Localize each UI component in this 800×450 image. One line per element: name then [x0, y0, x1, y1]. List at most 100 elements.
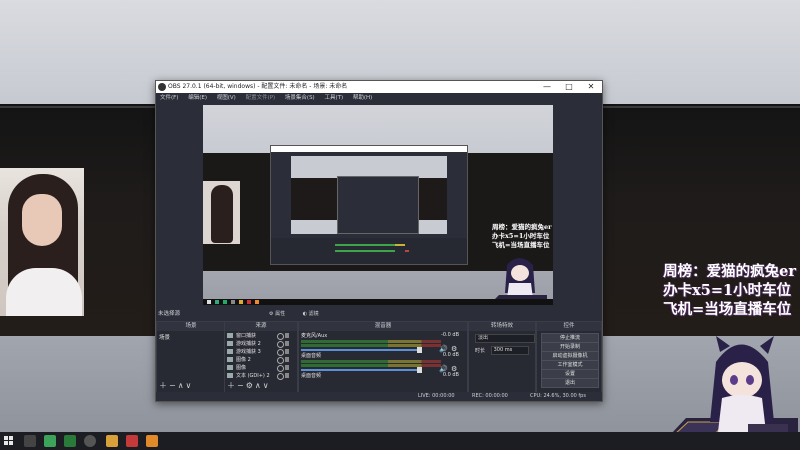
source-label: 游戏捕获 3	[236, 349, 261, 355]
preview-task-icon-3	[223, 300, 227, 304]
source-item[interactable]: 游戏捕获 3	[227, 348, 289, 356]
app-icon-green[interactable]	[44, 435, 56, 447]
duration-label: 时长	[475, 348, 486, 354]
lock-icon[interactable]	[285, 349, 289, 354]
preview-overlay-line-1: 周榜：爱猫的疯兔er	[492, 223, 552, 231]
text-icon	[227, 373, 233, 378]
volume-slider[interactable]	[301, 347, 422, 353]
source-label: 窗口捕获	[236, 333, 257, 339]
obs-window: OBS 27.0.1 (64-bit, windows) - 配置文件: 未命名…	[155, 80, 603, 402]
lock-icon[interactable]	[285, 341, 289, 346]
controls-dock: 控件 停止推流 开始录制 启动虚拟摄像机 工作室模式 设置 退出	[536, 321, 602, 393]
visibility-eye-icon[interactable]	[277, 333, 284, 340]
scene-item[interactable]: 场景	[159, 333, 170, 341]
scenes-dock-controls[interactable]: ＋−∧∨	[159, 380, 193, 391]
preview-canvas[interactable]: 周榜：爱猫的疯兔er 办卡x5=1小时车位 飞机=当场直播车位	[203, 105, 553, 305]
overlay-line-3: 飞机=当场直播车位	[663, 301, 792, 318]
lock-icon[interactable]	[285, 333, 289, 338]
menu-profile[interactable]: 配置文件(P)	[246, 95, 276, 101]
lock-icon[interactable]	[285, 365, 289, 370]
transition-select[interactable]: 淡出	[475, 334, 535, 343]
nested-meter-yellow	[395, 244, 405, 246]
exit-button[interactable]: 退出	[541, 378, 599, 388]
preview-nested-obs-window	[270, 145, 468, 265]
preview-task-icon-6	[247, 300, 251, 304]
cpu-status: CPU: 24.6%, 30.00 fps	[530, 393, 586, 399]
game-capture-icon	[227, 349, 233, 354]
title-bar[interactable]: OBS 27.0.1 (64-bit, windows) - 配置文件: 未命名…	[156, 81, 602, 93]
app-icon-terminal[interactable]	[64, 435, 76, 447]
source-label: 图像 2	[236, 357, 251, 363]
rec-status: REC: 00:00:00	[472, 393, 508, 399]
menu-bar: 文件(F) 编辑(E) 视图(V) 配置文件(P) 场景集合(S) 工具(T) …	[156, 93, 602, 103]
scenes-dock-title: 场景	[157, 322, 225, 331]
visibility-eye-icon[interactable]	[277, 349, 284, 356]
menu-scene-collection[interactable]: 场景集合(S)	[285, 95, 315, 101]
task-view-icon[interactable]	[24, 435, 36, 447]
minimize-button[interactable]: —	[536, 81, 558, 93]
source-item[interactable]: 游戏捕获 2	[227, 340, 289, 348]
preview-overlay-line-3: 飞机=当场直播车位	[492, 241, 550, 249]
properties-label: 属性	[275, 311, 286, 317]
nested-docks	[271, 238, 467, 264]
scenes-dock: 场景 场景 ＋−∧∨	[156, 321, 226, 393]
properties-button[interactable]: ⚙ 属性	[269, 309, 293, 319]
close-button[interactable]: ✕	[580, 81, 602, 93]
sources-dock-title: 来源	[225, 322, 297, 331]
visibility-eye-icon[interactable]	[277, 365, 284, 372]
channel-name: 桌面音频	[301, 373, 322, 379]
channel-name: 桌面音频	[301, 353, 322, 359]
duration-input[interactable]: 300 ms	[490, 346, 529, 355]
transition-duration: 时长 300 ms	[475, 346, 529, 355]
windows-start-icon[interactable]	[4, 436, 14, 446]
menu-file[interactable]: 文件(F)	[160, 95, 178, 101]
app-icon-orange[interactable]	[146, 435, 158, 447]
app-icon-yellow[interactable]	[106, 435, 118, 447]
transitions-dock: 转场特效 淡出 时长 300 ms	[468, 321, 536, 393]
obs-logo-icon	[158, 83, 166, 91]
menu-edit[interactable]: 编辑(E)	[188, 95, 207, 101]
source-item[interactable]: 文本 (GDI+) 2	[227, 372, 289, 380]
maximize-button[interactable]: □	[558, 81, 580, 93]
preview-overlay-text: 周榜：爱猫的疯兔er 办卡x5=1小时车位 飞机=当场直播车位	[492, 223, 552, 250]
nested-titlebar	[271, 146, 467, 152]
mixer-channel: 桌面音频 0.0 dB	[301, 372, 463, 394]
source-label: 图像	[236, 365, 247, 371]
preview-overlay-line-2: 办卡x5=1小时车位	[492, 232, 550, 240]
preview-taskbar	[203, 299, 553, 305]
nested-meter-red	[405, 250, 409, 252]
overlay-line-1: 周榜：爱猫的疯兔er	[663, 263, 796, 280]
source-item[interactable]: 图像 2	[227, 356, 289, 364]
sources-dock-controls[interactable]: ＋−⚙∧∨	[227, 380, 271, 391]
visibility-eye-icon[interactable]	[277, 373, 284, 380]
volume-meter	[301, 360, 441, 363]
source-toolbar-buttons: ⚙ 属性 ◐ 滤镜	[269, 309, 335, 319]
lock-icon[interactable]	[285, 357, 289, 362]
preview-task-icon-1	[207, 300, 211, 304]
lock-icon[interactable]	[285, 373, 289, 378]
menu-tools[interactable]: 工具(T)	[324, 95, 343, 101]
visibility-eye-icon[interactable]	[277, 357, 284, 364]
channel-db: 0.0 dB	[442, 372, 459, 378]
volume-meter	[301, 340, 441, 343]
menu-help[interactable]: 帮助(H)	[353, 95, 372, 101]
transitions-dock-title: 转场特效	[469, 322, 535, 331]
source-item[interactable]: 窗口捕获	[227, 332, 289, 340]
preview-task-icon-4	[231, 300, 235, 304]
menu-view[interactable]: 视图(V)	[217, 95, 236, 101]
visibility-eye-icon[interactable]	[277, 341, 284, 348]
app-icon-red[interactable]	[126, 435, 138, 447]
filters-button[interactable]: ◐ 滤镜	[303, 309, 327, 319]
source-item[interactable]: 图像	[227, 364, 289, 372]
preview-webcam-hair	[211, 185, 233, 243]
channel-name: 麦克风/Aux	[301, 333, 328, 339]
live-status: LIVE: 00:00:00	[418, 393, 455, 399]
webcam-face	[22, 194, 62, 246]
webcam-feed	[0, 168, 84, 316]
overlay-line-2: 办卡x5=1小时车位	[663, 282, 792, 299]
volume-slider[interactable]	[301, 367, 422, 373]
game-capture-icon	[227, 341, 233, 346]
mixer-channel: 桌面音频 0.0 dB 🔊 ⚙	[301, 352, 463, 374]
obs-taskbar-icon[interactable]	[84, 435, 96, 447]
filters-label: 滤镜	[308, 311, 319, 317]
